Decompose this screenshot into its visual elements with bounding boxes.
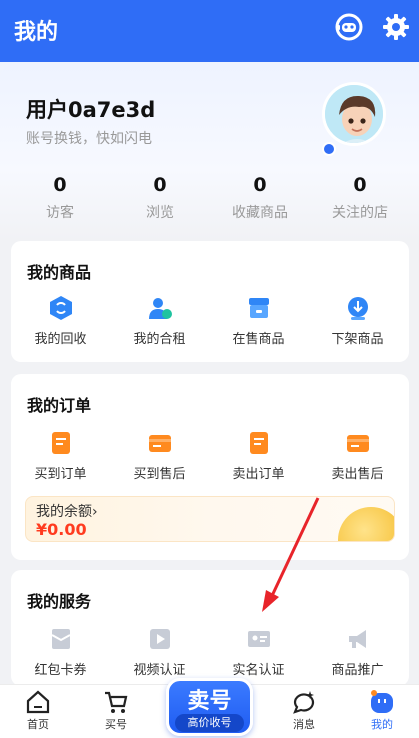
goods-title: 我的商品 xyxy=(27,263,92,282)
profile-icon xyxy=(371,690,393,713)
orders-title: 我的订单 xyxy=(27,396,92,415)
gear-icon[interactable] xyxy=(381,12,411,42)
id-card-icon xyxy=(247,631,270,647)
stat-favorites[interactable]: 0 收藏商品 xyxy=(210,174,310,222)
stat-visitors[interactable]: 0 访客 xyxy=(10,174,110,222)
order-icon xyxy=(249,432,268,454)
orders-item-bought[interactable]: 买到订单 xyxy=(11,430,110,482)
service-item-coupons[interactable]: 红包卡券 xyxy=(11,626,110,678)
coin-icon xyxy=(338,507,394,541)
balance-label: 我的余额› xyxy=(36,504,98,520)
megaphone-icon xyxy=(348,630,366,648)
goods-item-delisted[interactable]: 下架商品 xyxy=(308,295,407,347)
service-item-video-verify[interactable]: 视频认证 xyxy=(110,626,209,678)
service-item-real-name[interactable]: 实名认证 xyxy=(209,626,308,678)
after-sale-icon xyxy=(346,435,369,452)
orders-item-bought-after-sale[interactable]: 买到售后 xyxy=(110,430,209,482)
goods-item-recycle[interactable]: 我的回收 xyxy=(11,295,110,347)
goods-card: 我的商品 我的回收 我的合租 在售商品 下架商品 xyxy=(11,241,409,362)
sell-sub-label: 高价收号 xyxy=(175,714,244,732)
stats-row: 0 访客 0 浏览 0 收藏商品 0 关注的店 xyxy=(0,174,419,234)
download-icon xyxy=(347,297,368,320)
coupon-icon xyxy=(51,629,70,649)
balance-value: ¥0.00 xyxy=(36,520,87,539)
goods-item-shared-rent[interactable]: 我的合租 xyxy=(110,295,209,347)
store-icon xyxy=(248,298,269,318)
slogan: 账号换钱，快如闪电 xyxy=(26,131,152,147)
sell-account-button[interactable]: 卖号 高价收号 xyxy=(166,678,253,736)
service-item-promotion[interactable]: 商品推广 xyxy=(308,626,407,678)
tab-messages[interactable]: 消息 xyxy=(274,689,334,732)
sell-main-label: 卖号 xyxy=(187,689,232,714)
video-icon xyxy=(149,629,170,649)
after-sale-icon xyxy=(148,435,171,452)
chat-icon xyxy=(293,691,315,714)
balance-banner[interactable]: 我的余额› ¥0.00 xyxy=(25,496,395,542)
robot-icon[interactable] xyxy=(334,12,364,42)
services-card: 我的服务 红包卡券 视频认证 实名认证 商品推广 xyxy=(11,570,409,686)
verified-badge-icon xyxy=(322,142,336,156)
order-icon xyxy=(51,432,70,454)
shared-rent-icon xyxy=(148,298,172,319)
tab-profile[interactable]: 我的 xyxy=(352,689,412,732)
orders-item-sold[interactable]: 卖出订单 xyxy=(209,430,308,482)
username[interactable]: 用户0a7e3d xyxy=(26,94,155,124)
orders-item-sold-after-sale[interactable]: 卖出售后 xyxy=(308,430,407,482)
orders-card: 我的订单 买到订单 买到售后 卖出订单 卖出售后 我的余额› ¥0.00 xyxy=(11,374,409,560)
stat-following-shops[interactable]: 0 关注的店 xyxy=(310,174,410,222)
tab-home[interactable]: 首页 xyxy=(8,689,68,732)
avatar[interactable] xyxy=(322,82,386,146)
home-icon xyxy=(26,690,50,714)
stat-views[interactable]: 0 浏览 xyxy=(110,174,210,222)
profile-card: 用户0a7e3d 账号换钱，快如闪电 0 访客 0 浏览 0 收藏商品 0 关注… xyxy=(0,64,419,240)
cartoon-boy-avatar-icon xyxy=(325,85,383,143)
services-title: 我的服务 xyxy=(27,592,92,611)
page-title: 我的 xyxy=(14,20,59,45)
tab-buy[interactable]: 买号 xyxy=(86,689,146,732)
goods-item-on-sale[interactable]: 在售商品 xyxy=(209,295,308,347)
cart-icon xyxy=(105,691,128,713)
recycle-icon xyxy=(49,296,72,320)
